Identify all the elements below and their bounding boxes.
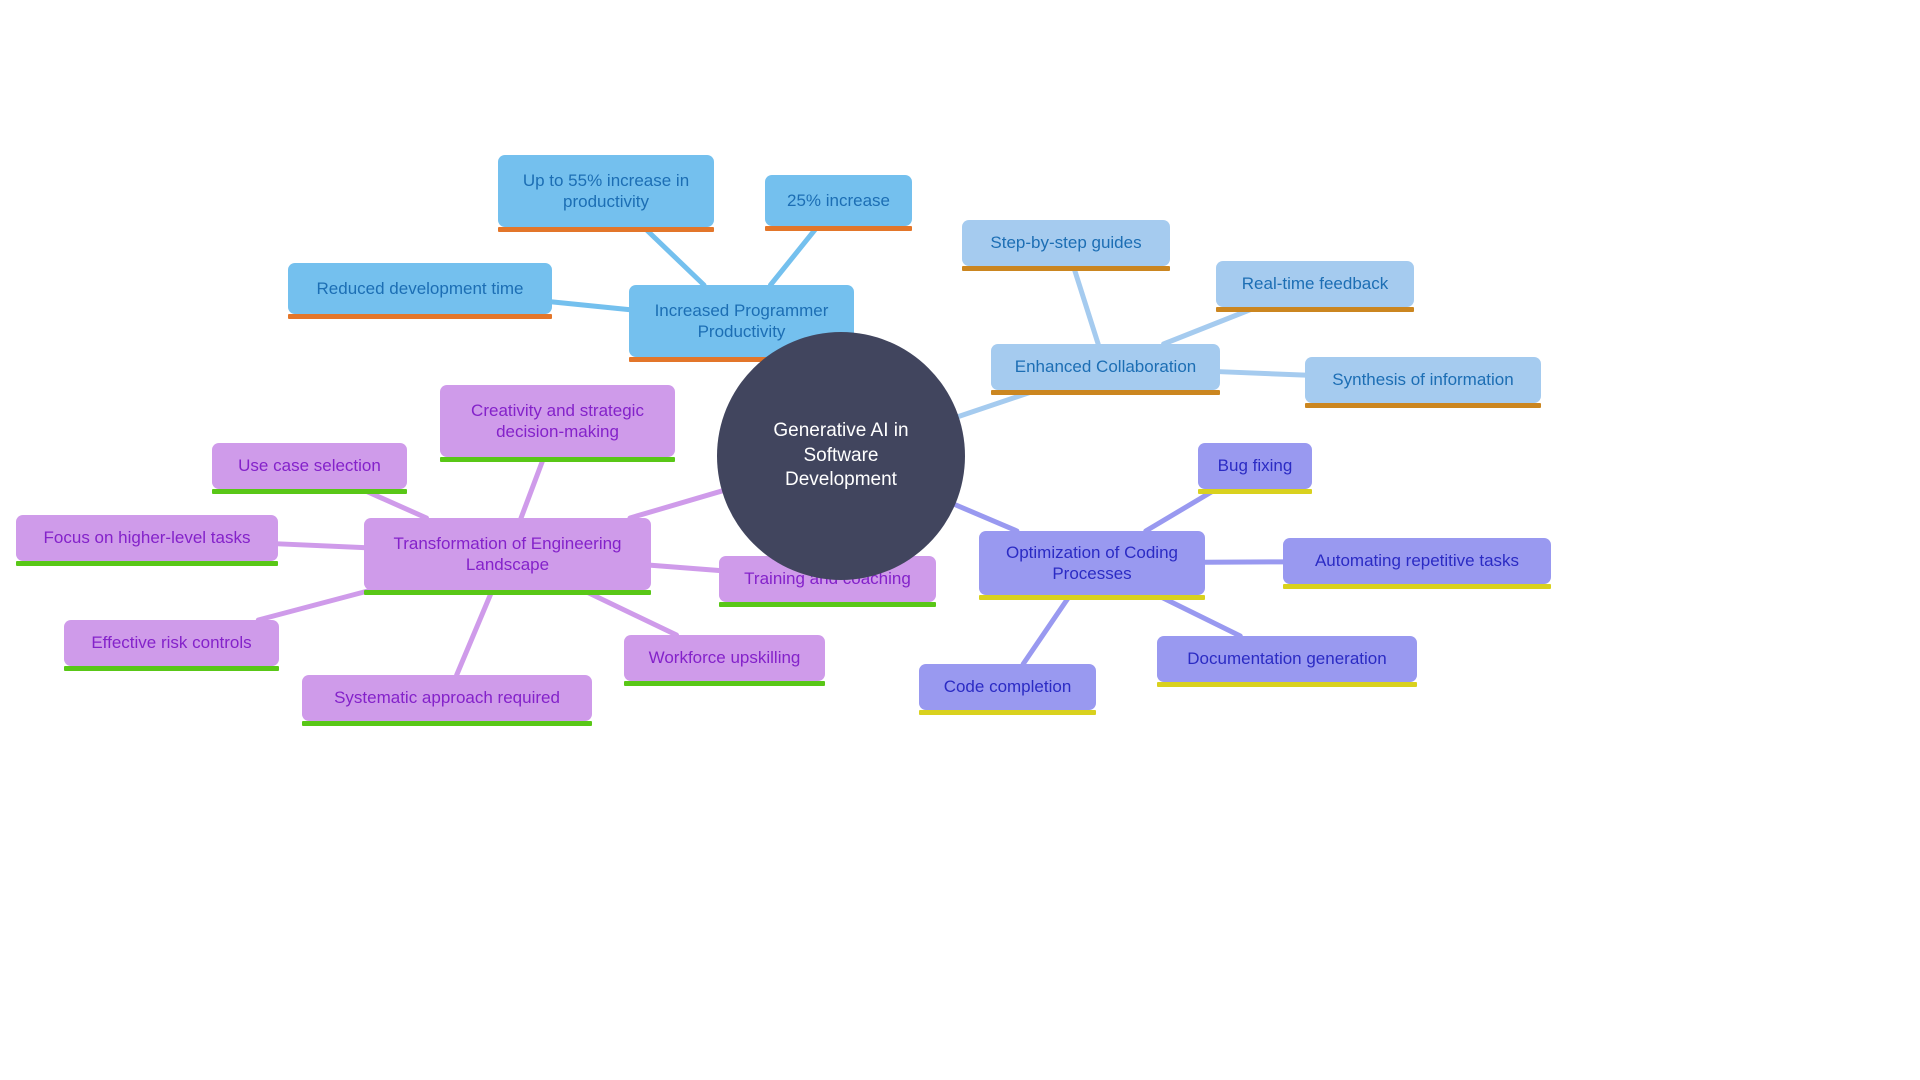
edge-transformation-to-training (648, 562, 722, 574)
edge-productivity-to-reduced-dev-time (549, 299, 632, 313)
branch-node-label: Optimization of Coding Processes (1006, 542, 1178, 583)
edge-optimization-to-doc-gen (1154, 592, 1243, 639)
leaf-node-bug-fixing[interactable]: Bug fixing (1198, 443, 1312, 494)
edge-collaboration-to-guides (1070, 263, 1101, 347)
leaf-node-upskilling[interactable]: Workforce upskilling (624, 635, 825, 686)
leaf-node-label: Synthesis of information (1332, 370, 1514, 390)
edge-optimization-to-code-completion (1020, 592, 1073, 667)
leaf-node-label: Up to 55% increase in productivity (522, 170, 690, 211)
edge-transformation-to-creativity (518, 454, 547, 521)
leaf-node-label: Focus on higher-level tasks (43, 528, 251, 548)
mind-map-canvas: Generative AI in Software Development Inc… (0, 0, 1920, 1080)
leaf-node-use-case[interactable]: Use case selection (212, 443, 407, 494)
leaf-node-up-to-55[interactable]: Up to 55% increase in productivity (498, 155, 714, 232)
leaf-node-higher-level[interactable]: Focus on higher-level tasks (16, 515, 278, 566)
edge-optimization-to-bug-fixing (1143, 486, 1219, 534)
leaf-node-feedback[interactable]: Real-time feedback (1216, 261, 1414, 312)
branch-node-optimization[interactable]: Optimization of Coding Processes (979, 531, 1205, 600)
edge-root-to-transformation (627, 488, 725, 521)
leaf-node-label: Creativity and strategic decision-making (471, 400, 644, 441)
edge-transformation-to-risk-controls (255, 587, 375, 623)
leaf-node-guides[interactable]: Step-by-step guides (962, 220, 1170, 271)
edge-root-to-optimization (952, 502, 1020, 534)
edge-layer (255, 223, 1308, 678)
leaf-node-label: Workforce upskilling (648, 648, 801, 668)
leaf-node-label: Effective risk controls (91, 633, 252, 653)
leaf-node-synthesis[interactable]: Synthesis of information (1305, 357, 1541, 408)
leaf-node-label: Real-time feedback (1241, 274, 1389, 294)
leaf-node-inc-25[interactable]: 25% increase (765, 175, 912, 231)
leaf-node-doc-gen[interactable]: Documentation generation (1157, 636, 1417, 687)
leaf-node-label: Code completion (943, 677, 1072, 697)
edge-productivity-to-inc-25 (767, 223, 821, 288)
leaf-node-risk-controls[interactable]: Effective risk controls (64, 620, 279, 671)
branch-node-collaboration[interactable]: Enhanced Collaboration (991, 344, 1220, 395)
edge-transformation-to-higher-level (275, 541, 367, 551)
branch-node-transformation[interactable]: Transformation of Engineering Landscape (364, 518, 651, 595)
leaf-node-systematic[interactable]: Systematic approach required (302, 675, 592, 726)
edge-productivity-to-up-to-55 (641, 224, 707, 288)
leaf-node-label: Documentation generation (1187, 649, 1387, 669)
leaf-node-label: Bug fixing (1217, 456, 1293, 476)
leaf-node-reduced-dev-time[interactable]: Reduced development time (288, 263, 552, 319)
leaf-node-code-completion[interactable]: Code completion (919, 664, 1096, 715)
edge-transformation-to-systematic (454, 587, 495, 678)
branch-node-label: Enhanced Collaboration (1014, 357, 1197, 377)
root-node-label: Generative AI in Software Development (773, 419, 909, 491)
leaf-node-label: Systematic approach required (334, 688, 560, 708)
branch-node-label: Transformation of Engineering Landscape (393, 533, 622, 574)
leaf-node-label: 25% increase (786, 190, 890, 210)
leaf-node-label: Use case selection (238, 456, 381, 476)
leaf-node-creativity[interactable]: Creativity and strategic decision-making (440, 385, 675, 462)
edge-transformation-to-upskilling (580, 587, 680, 638)
edge-collaboration-to-feedback (1161, 304, 1260, 347)
leaf-node-label: Automating repetitive tasks (1314, 551, 1520, 571)
root-node[interactable]: Generative AI in Software Development (717, 332, 965, 580)
leaf-node-label: Reduced development time (316, 278, 524, 298)
edge-collaboration-to-synthesis (1217, 369, 1308, 378)
leaf-node-label: Step-by-step guides (990, 233, 1142, 253)
leaf-node-automating[interactable]: Automating repetitive tasks (1283, 538, 1551, 589)
